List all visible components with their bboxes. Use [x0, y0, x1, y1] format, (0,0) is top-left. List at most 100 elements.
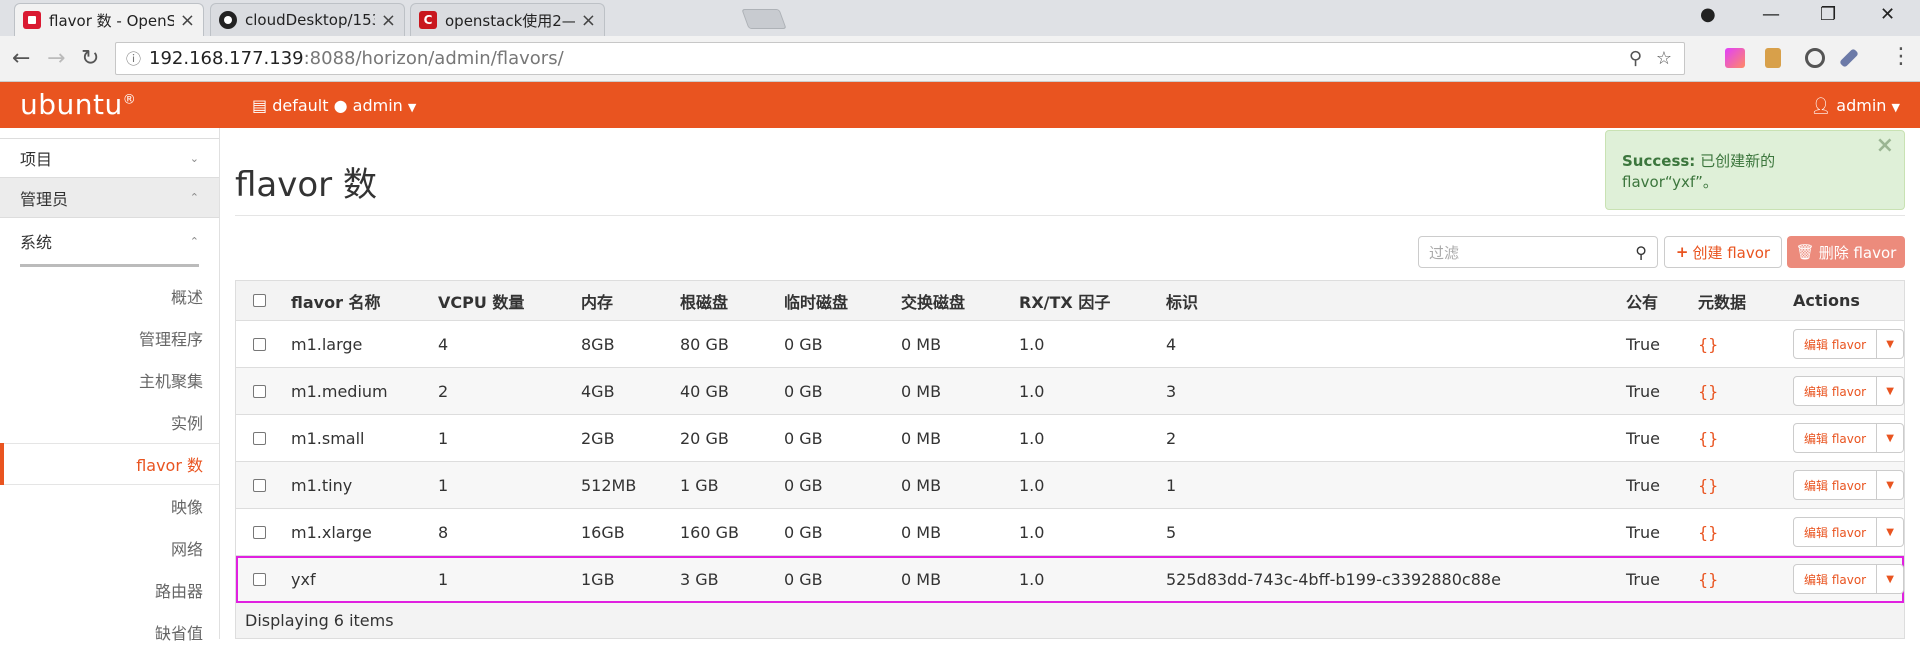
- header-ram[interactable]: 内存: [581, 281, 613, 320]
- caret-down-icon[interactable]: ▼: [1877, 377, 1903, 405]
- header-public[interactable]: 公有: [1626, 281, 1658, 320]
- metadata-link[interactable]: {}: [1698, 509, 1718, 555]
- sidebar-category-project[interactable]: 项目 ⌄: [0, 138, 219, 178]
- flavor-root-disk: 20 GB: [680, 428, 729, 448]
- sidebar-item-overview[interactable]: 概述: [0, 275, 219, 317]
- top-navbar: ubuntu® ▤ default ● admin ▼ 👤︎ admin ▼: [0, 82, 1920, 128]
- profile-icon[interactable]: ●: [1700, 4, 1716, 25]
- url-field[interactable]: ⓘ 192.168.177.139:8088/horizon/admin/fla…: [115, 42, 1685, 75]
- create-flavor-button[interactable]: + 创建 flavor: [1664, 236, 1782, 268]
- flavor-root-disk: 80 GB: [680, 334, 729, 354]
- alert-strong: Success:: [1622, 152, 1696, 170]
- tab-close-icon[interactable]: ×: [381, 10, 396, 31]
- zoom-icon[interactable]: ⚲: [1629, 48, 1642, 69]
- restore-icon[interactable]: ❐: [1820, 4, 1836, 25]
- flavor-ram: 4GB: [581, 381, 615, 401]
- flavor-root-disk: 40 GB: [680, 381, 729, 401]
- flavor-root-disk: 3 GB: [680, 569, 719, 589]
- logo-text: ubuntu: [20, 88, 123, 121]
- header-name[interactable]: flavor 名称: [291, 281, 381, 320]
- header-metadata[interactable]: 元数据: [1698, 281, 1746, 320]
- minimize-icon[interactable]: —: [1762, 4, 1780, 25]
- bookmark-star-icon[interactable]: ☆: [1656, 48, 1672, 69]
- flavor-rxtx: 1.0: [1019, 381, 1045, 401]
- row-checkbox[interactable]: [253, 321, 266, 367]
- header-root-disk[interactable]: 根磁盘: [680, 281, 728, 320]
- ubuntu-logo[interactable]: ubuntu®: [20, 88, 136, 121]
- caret-down-icon[interactable]: ▼: [1877, 518, 1903, 546]
- edit-flavor-button[interactable]: 编辑 flavor: [1794, 518, 1878, 546]
- row-checkbox[interactable]: [253, 462, 266, 508]
- caret-down-icon[interactable]: ▼: [1877, 471, 1903, 499]
- sidebar-item-flavors[interactable]: flavor 数: [0, 443, 219, 485]
- reload-icon[interactable]: ↻: [81, 46, 99, 71]
- sidebar-section-system[interactable]: 系统 ⌃: [0, 218, 219, 264]
- edit-flavor-button[interactable]: 编辑 flavor: [1794, 330, 1878, 358]
- edit-flavor-button[interactable]: 编辑 flavor: [1794, 377, 1878, 405]
- eyedropper-icon[interactable]: [1839, 48, 1859, 68]
- table-row: m1.medium 2 4GB 40 GB 0 GB 0 MB 1.0 3 Tr…: [236, 368, 1905, 415]
- tab-close-icon[interactable]: ×: [581, 10, 596, 31]
- sidebar-category-admin[interactable]: 管理员 ⌃: [0, 178, 219, 218]
- sidebar-item-networks[interactable]: 网络: [0, 527, 219, 569]
- header-rxtx[interactable]: RX/TX 因子: [1019, 281, 1110, 320]
- extension-icon[interactable]: [1805, 48, 1825, 68]
- tab-close-icon[interactable]: ×: [180, 10, 195, 31]
- caret-down-icon[interactable]: ▼: [1877, 330, 1903, 358]
- close-window-icon[interactable]: ✕: [1880, 4, 1895, 25]
- sidebar-item-instances[interactable]: 实例: [0, 401, 219, 443]
- extension-icon[interactable]: [1725, 48, 1745, 68]
- flavor-name: yxf: [291, 569, 316, 589]
- edit-flavor-button[interactable]: 编辑 flavor: [1794, 424, 1878, 452]
- metadata-link[interactable]: {}: [1698, 415, 1718, 461]
- sidebar-item-host-aggregates[interactable]: 主机聚集: [0, 359, 219, 401]
- header-swap-disk[interactable]: 交换磁盘: [901, 281, 965, 320]
- new-tab-button[interactable]: [741, 9, 787, 29]
- metadata-link[interactable]: {}: [1698, 556, 1718, 602]
- flavor-name: m1.tiny: [291, 475, 353, 495]
- header-ephemeral-disk[interactable]: 临时磁盘: [784, 281, 848, 320]
- sidebar-item-hypervisors[interactable]: 管理程序: [0, 317, 219, 359]
- row-checkbox[interactable]: [253, 415, 266, 461]
- flavor-vcpu: 1: [438, 569, 449, 589]
- row-checkbox[interactable]: [253, 368, 266, 414]
- back-icon[interactable]: ←: [12, 46, 30, 71]
- metadata-link[interactable]: {}: [1698, 462, 1718, 508]
- search-icon[interactable]: ⚲: [1635, 243, 1647, 262]
- header-vcpu[interactable]: VCPU 数量: [438, 281, 524, 320]
- row-checkbox[interactable]: [253, 509, 266, 555]
- select-all-checkbox[interactable]: [253, 281, 266, 320]
- project-name: default: [272, 96, 329, 115]
- sidebar-item-label: 路由器: [154, 582, 203, 601]
- edit-flavor-button[interactable]: 编辑 flavor: [1794, 565, 1878, 593]
- edit-flavor-button[interactable]: 编辑 flavor: [1794, 471, 1878, 499]
- sidebar-item-label: 管理程序: [138, 330, 203, 349]
- delete-flavor-button[interactable]: 🗑︎ 删除 flavor: [1787, 236, 1905, 268]
- filter-placeholder: 过滤: [1429, 243, 1460, 262]
- sidebar-item-images[interactable]: 映像: [0, 485, 219, 527]
- sidebar-category-label: 管理员: [20, 189, 69, 209]
- user-menu[interactable]: 👤︎ admin ▼: [1811, 96, 1900, 115]
- metadata-link[interactable]: {}: [1698, 321, 1718, 367]
- caret-down-icon[interactable]: ▼: [1877, 424, 1903, 452]
- project-selector[interactable]: ▤ default ● admin ▼: [252, 96, 416, 115]
- row-checkbox[interactable]: [253, 556, 266, 602]
- metadata-link[interactable]: {}: [1698, 368, 1718, 414]
- browser-tab-github[interactable]: cloudDesktop/1533131 ×: [210, 3, 405, 36]
- caret-down-icon[interactable]: ▼: [1877, 565, 1903, 593]
- close-icon[interactable]: ×: [1876, 135, 1894, 157]
- header-id[interactable]: 标识: [1166, 281, 1198, 320]
- browser-tab-csdn[interactable]: C openstack使用2——制作 ×: [410, 3, 605, 36]
- sidebar-item-defaults[interactable]: 缺省值: [0, 611, 219, 653]
- flavor-swap-disk: 0 MB: [901, 381, 942, 401]
- sidebar-item-label: 缺省值: [154, 624, 203, 643]
- sidebar-item-routers[interactable]: 路由器: [0, 569, 219, 611]
- browser-tab-openstack[interactable]: flavor 数 - OpenStack D ×: [14, 3, 204, 36]
- flavor-ram: 16GB: [581, 522, 625, 542]
- info-icon[interactable]: ⓘ: [126, 48, 141, 69]
- extension-icon[interactable]: [1765, 48, 1781, 68]
- forward-icon[interactable]: →: [47, 46, 65, 71]
- filter-input[interactable]: 过滤 ⚲: [1418, 236, 1658, 268]
- logo-mark: ®: [122, 92, 137, 108]
- menu-icon[interactable]: ⋮: [1890, 44, 1912, 69]
